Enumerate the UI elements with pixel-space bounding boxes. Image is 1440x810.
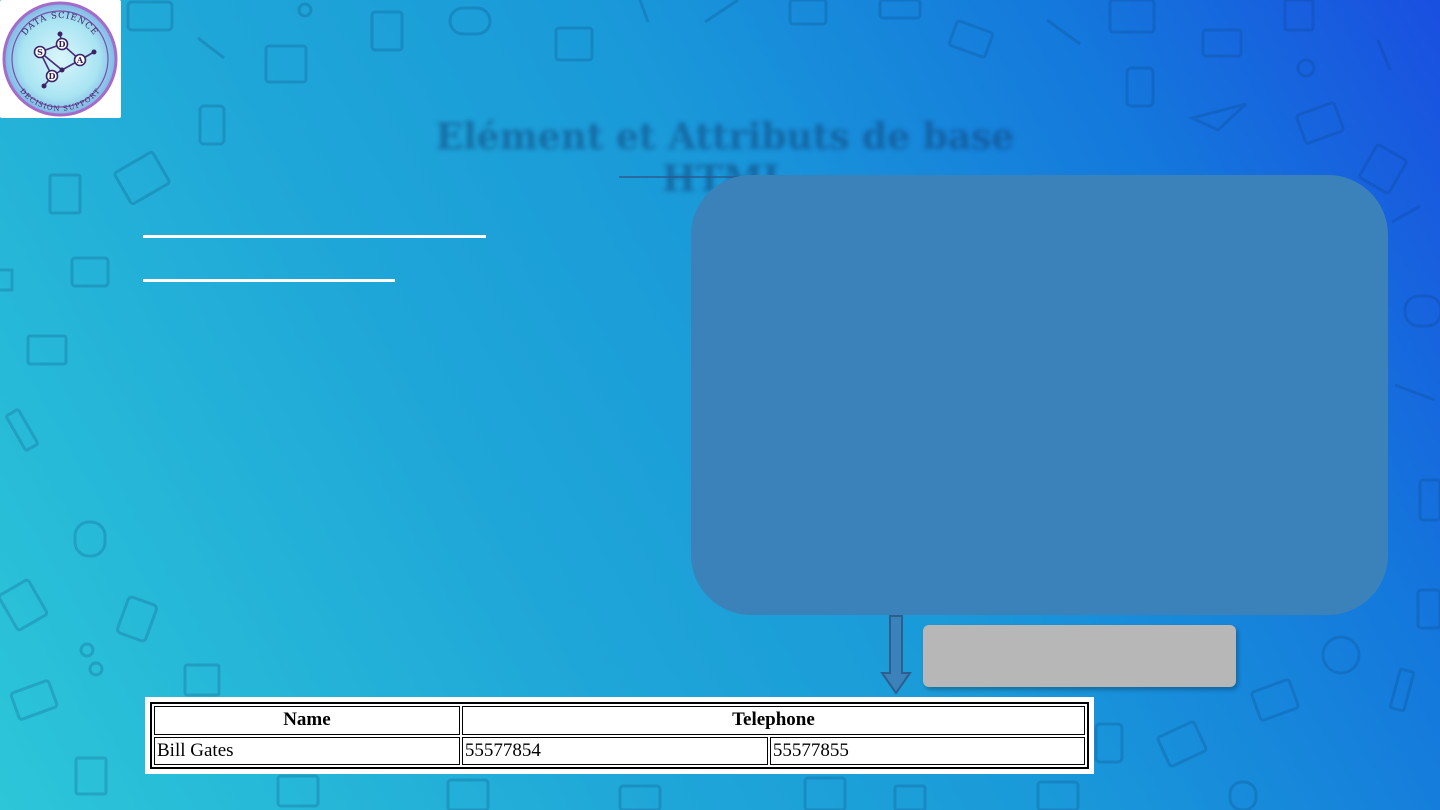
tablet-icon [1156, 720, 1208, 768]
text-line-placeholder [143, 279, 395, 282]
cookie-icon [1321, 635, 1361, 675]
file-icon [1358, 143, 1408, 195]
ruler-icon [704, 0, 739, 24]
receipt-icon [183, 663, 221, 697]
mouse-icon [1403, 294, 1440, 328]
notebook-icon [48, 173, 82, 215]
pencil-icon [638, 0, 650, 23]
notepad-icon [264, 44, 308, 84]
html-table-demo: Name Telephone Bill Gates 55577854 55577… [145, 697, 1094, 774]
mouse-icon [1228, 780, 1258, 810]
logo-letter: A [76, 55, 84, 65]
tablet-icon [70, 256, 110, 288]
code-example-panel [691, 175, 1388, 615]
image-icon [446, 778, 490, 810]
notepad-icon [803, 776, 847, 810]
file-icon [370, 10, 404, 52]
wallet-icon [554, 26, 594, 62]
document-icon [0, 578, 49, 632]
glasses-icon [79, 642, 95, 658]
receipt-icon [893, 784, 927, 810]
result-box [923, 625, 1236, 687]
notebook-icon [74, 756, 108, 796]
card-icon [948, 19, 994, 59]
phone-icon [1125, 66, 1155, 108]
notebook-icon [1416, 588, 1440, 630]
pen-icon [1046, 18, 1081, 46]
data-science-logo: S D D A DATA SCIENCE DECISION SUPPORT [0, 0, 121, 118]
wallet-icon [1036, 780, 1080, 810]
receipt-icon [1295, 101, 1345, 145]
card-icon [9, 679, 59, 721]
ruler-icon [1389, 667, 1415, 713]
logo-letter: S [37, 47, 43, 57]
document-icon [618, 784, 662, 810]
pencil-icon [1391, 204, 1421, 224]
wallet-icon [276, 774, 320, 808]
card-icon [1250, 678, 1300, 722]
cell-name: Bill Gates [154, 736, 460, 765]
logo-letter: D [49, 71, 56, 81]
logo-letter: D [59, 39, 66, 49]
table-row: Bill Gates 55577854 55577855 [154, 736, 1085, 765]
phone-icon [1094, 722, 1124, 764]
cell-telephone-1: 55577854 [461, 736, 768, 765]
phone-icon [1418, 478, 1440, 522]
tablet-icon [0, 268, 14, 292]
mouse-icon [73, 520, 107, 558]
sharpener-icon [1296, 58, 1316, 78]
notebook-icon [1283, 0, 1315, 32]
phone-icon [198, 104, 226, 146]
text-line-placeholder [143, 235, 486, 238]
phone-icon [116, 595, 158, 643]
document-icon [126, 0, 174, 32]
paperclip-icon [197, 36, 225, 60]
demo-table: Name Telephone Bill Gates 55577854 55577… [150, 702, 1089, 769]
arrow-down-icon [880, 615, 912, 695]
paperclip-icon [1376, 39, 1392, 71]
cell-telephone-2: 55577855 [769, 736, 1085, 765]
header-telephone: Telephone [461, 706, 1085, 735]
header-name: Name [154, 706, 460, 735]
pencil-icon [5, 408, 39, 452]
mouse-icon [448, 6, 492, 36]
mail-icon [1201, 28, 1243, 58]
ruler-icon [878, 0, 922, 20]
document-icon [788, 0, 828, 26]
scissors-icon [297, 2, 313, 18]
document-icon [26, 334, 68, 366]
triangle-ruler-icon [1187, 102, 1248, 132]
image-icon [1108, 0, 1156, 34]
table-header-row: Name Telephone [154, 706, 1085, 735]
pencil-icon [1394, 383, 1436, 402]
image-icon [113, 151, 171, 205]
